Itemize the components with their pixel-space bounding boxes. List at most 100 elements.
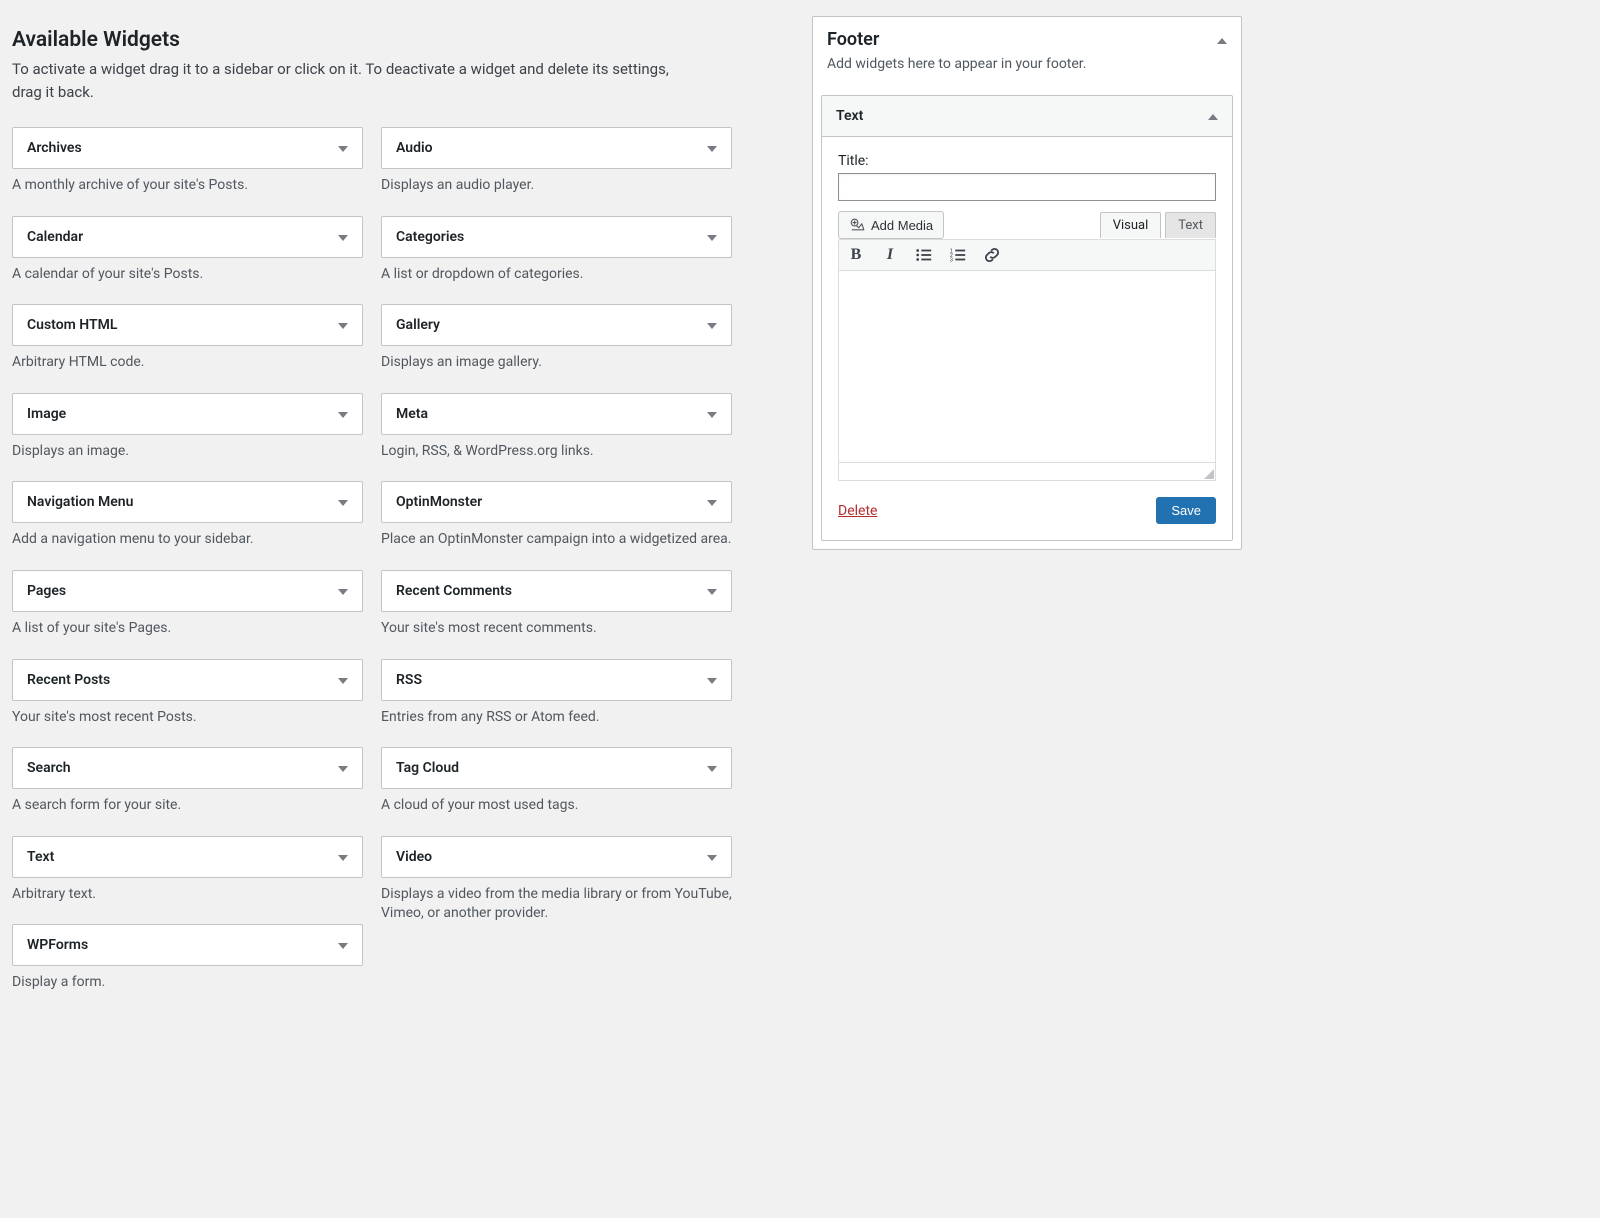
widget-label: Calendar xyxy=(27,229,83,245)
svg-text:3: 3 xyxy=(950,257,953,263)
widget-label: Pages xyxy=(27,583,66,599)
chevron-down-icon[interactable] xyxy=(338,938,348,952)
chevron-down-icon[interactable] xyxy=(338,850,348,864)
chevron-down-icon[interactable] xyxy=(707,318,717,332)
link-icon[interactable] xyxy=(981,244,1003,266)
sidebar-footer: Footer Add widgets here to appear in you… xyxy=(812,16,1242,550)
widget-image[interactable]: Image xyxy=(12,393,363,435)
widget-audio[interactable]: Audio xyxy=(381,127,732,169)
chevron-down-icon[interactable] xyxy=(707,230,717,244)
widget-label: Custom HTML xyxy=(27,317,117,333)
chevron-up-icon[interactable] xyxy=(1208,108,1218,124)
save-button[interactable]: Save xyxy=(1156,497,1216,524)
add-media-button[interactable]: Add Media xyxy=(838,211,944,239)
widget-description: Displays an image. xyxy=(12,442,363,462)
chevron-up-icon[interactable] xyxy=(1217,32,1227,48)
media-icon xyxy=(849,217,865,233)
title-input[interactable] xyxy=(838,173,1216,201)
widget-label: Archives xyxy=(27,140,82,156)
widget-label: Audio xyxy=(396,140,433,156)
chevron-down-icon[interactable] xyxy=(707,584,717,598)
widget-description: A calendar of your site's Posts. xyxy=(12,265,363,285)
italic-icon[interactable]: I xyxy=(879,244,901,266)
widget-label: RSS xyxy=(396,672,422,688)
chevron-down-icon[interactable] xyxy=(338,584,348,598)
widget-label: Categories xyxy=(396,229,464,245)
widget-description: A list of your site's Pages. xyxy=(12,619,363,639)
resize-handle-icon[interactable] xyxy=(1204,469,1214,479)
widget-description: Place an OptinMonster campaign into a wi… xyxy=(381,530,732,550)
bullet-list-icon[interactable] xyxy=(913,244,935,266)
widget-wpforms[interactable]: WPForms xyxy=(12,924,363,966)
widget-description: Arbitrary HTML code. xyxy=(12,353,363,373)
widget-description: A list or dropdown of categories. xyxy=(381,265,732,285)
sidebar-description: Add widgets here to appear in your foote… xyxy=(813,52,1241,87)
widget-label: Gallery xyxy=(396,317,440,333)
widget-calendar[interactable]: Calendar xyxy=(12,216,363,258)
widget-label: Tag Cloud xyxy=(396,760,459,776)
widget-categories[interactable]: Categories xyxy=(381,216,732,258)
chevron-down-icon[interactable] xyxy=(338,673,348,687)
available-widgets-heading: Available Widgets xyxy=(12,28,732,52)
active-widget-head[interactable]: Text xyxy=(822,96,1232,137)
widget-label: Search xyxy=(27,760,71,776)
chevron-down-icon[interactable] xyxy=(707,141,717,155)
widget-label: Image xyxy=(27,406,66,422)
chevron-down-icon[interactable] xyxy=(338,407,348,421)
chevron-down-icon[interactable] xyxy=(338,495,348,509)
widget-recent-posts[interactable]: Recent Posts xyxy=(12,659,363,701)
widget-text[interactable]: Text xyxy=(12,836,363,878)
widget-label: OptinMonster xyxy=(396,494,482,510)
widget-search[interactable]: Search xyxy=(12,747,363,789)
sidebar-title: Footer xyxy=(827,29,879,50)
widget-pages[interactable]: Pages xyxy=(12,570,363,612)
widget-description: Arbitrary text. xyxy=(12,885,363,905)
editor-toolbar: B I 123 xyxy=(838,239,1216,271)
widget-custom-html[interactable]: Custom HTML xyxy=(12,304,363,346)
tab-visual[interactable]: Visual xyxy=(1100,212,1162,238)
bold-icon[interactable]: B xyxy=(845,244,867,266)
widget-description: Display a form. xyxy=(12,973,363,993)
chevron-down-icon[interactable] xyxy=(707,407,717,421)
add-media-label: Add Media xyxy=(871,218,933,233)
widget-label: Navigation Menu xyxy=(27,494,133,510)
widget-description: Entries from any RSS or Atom feed. xyxy=(381,708,732,728)
widget-optinmonster[interactable]: OptinMonster xyxy=(381,481,732,523)
widget-recent-comments[interactable]: Recent Comments xyxy=(381,570,732,612)
title-label: Title: xyxy=(838,153,1216,169)
widget-label: Recent Posts xyxy=(27,672,110,688)
widget-navigation-menu[interactable]: Navigation Menu xyxy=(12,481,363,523)
widget-description: Add a navigation menu to your sidebar. xyxy=(12,530,363,550)
widget-archives[interactable]: Archives xyxy=(12,127,363,169)
widget-label: Meta xyxy=(396,406,428,422)
widget-video[interactable]: Video xyxy=(381,836,732,878)
active-widget-text: Text Title: xyxy=(821,95,1233,541)
widget-tag-cloud[interactable]: Tag Cloud xyxy=(381,747,732,789)
chevron-down-icon[interactable] xyxy=(338,761,348,775)
widget-description: A cloud of your most used tags. xyxy=(381,796,732,816)
widget-label: Recent Comments xyxy=(396,583,512,599)
numbered-list-icon[interactable]: 123 xyxy=(947,244,969,266)
content-editor[interactable] xyxy=(838,271,1216,463)
available-widgets-description: To activate a widget drag it to a sideba… xyxy=(12,58,692,103)
chevron-down-icon[interactable] xyxy=(707,495,717,509)
chevron-down-icon[interactable] xyxy=(338,230,348,244)
widget-description: Your site's most recent comments. xyxy=(381,619,732,639)
tab-text[interactable]: Text xyxy=(1165,212,1216,238)
widget-description: Login, RSS, & WordPress.org links. xyxy=(381,442,732,462)
chevron-down-icon[interactable] xyxy=(338,141,348,155)
widget-gallery[interactable]: Gallery xyxy=(381,304,732,346)
widget-meta[interactable]: Meta xyxy=(381,393,732,435)
chevron-down-icon[interactable] xyxy=(707,850,717,864)
widget-rss[interactable]: RSS xyxy=(381,659,732,701)
chevron-down-icon[interactable] xyxy=(338,318,348,332)
widget-description: Displays an audio player. xyxy=(381,176,732,196)
delete-link[interactable]: Delete xyxy=(838,503,877,519)
widget-description: Displays an image gallery. xyxy=(381,353,732,373)
chevron-down-icon[interactable] xyxy=(707,761,717,775)
widget-description: A monthly archive of your site's Posts. xyxy=(12,176,363,196)
editor-status-bar xyxy=(838,463,1216,481)
widget-label: Text xyxy=(27,849,54,865)
widget-description: Your site's most recent Posts. xyxy=(12,708,363,728)
chevron-down-icon[interactable] xyxy=(707,673,717,687)
